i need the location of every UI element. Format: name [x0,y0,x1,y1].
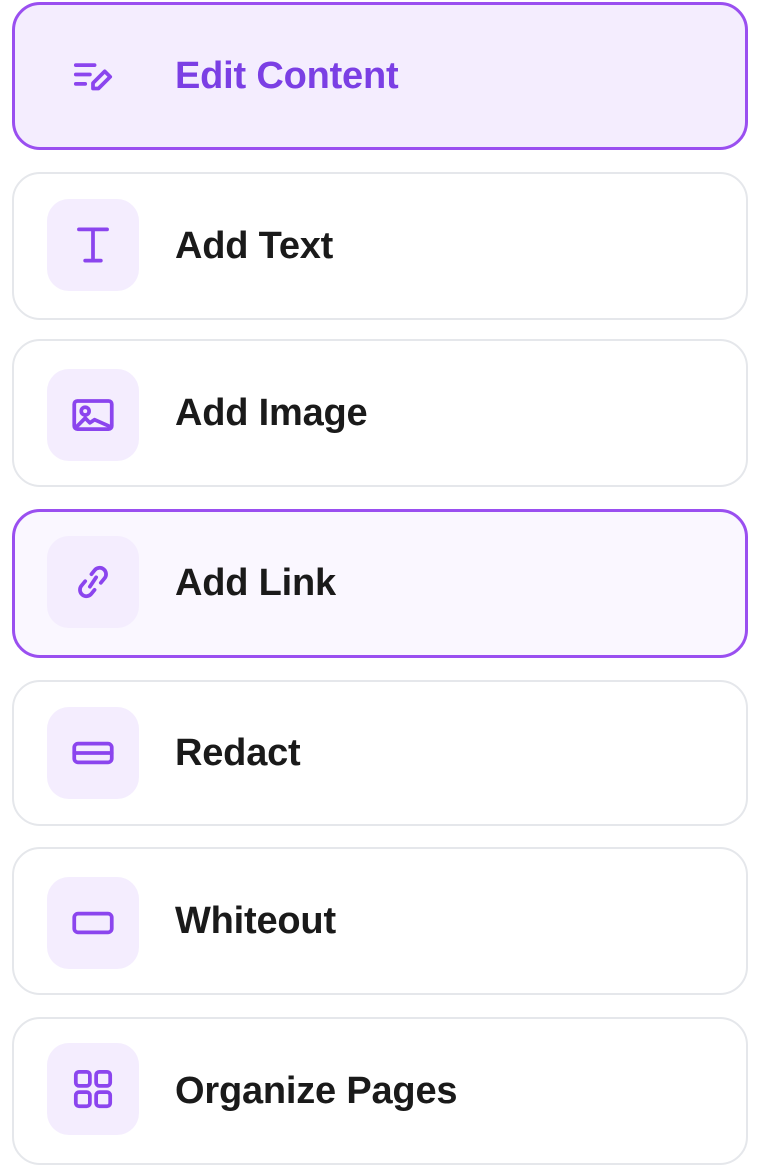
tool-label: Whiteout [175,899,336,942]
tool-organize-pages[interactable]: Organize Pages [12,1017,748,1165]
tool-add-link[interactable]: Add Link [12,509,748,658]
image-icon [47,369,139,461]
redact-icon [47,707,139,799]
grid-icon [47,1043,139,1135]
tool-label: Add Text [175,224,334,267]
link-icon [47,536,139,628]
tool-label: Edit Content [175,54,399,97]
tool-whiteout[interactable]: Whiteout [12,847,748,995]
edit-content-icon [47,30,139,122]
tool-redact[interactable]: Redact [12,680,748,826]
tool-label: Add Link [175,562,336,604]
tool-label: Add Image [175,391,368,434]
tool-edit-content[interactable]: Edit Content [12,2,748,150]
tool-add-text[interactable]: Add Text [12,172,748,320]
tool-list: Edit Content Add Text Add Image Add Link… [0,0,760,1171]
whiteout-icon [47,877,139,969]
tool-label: Organize Pages [175,1069,458,1112]
tool-add-image[interactable]: Add Image [12,339,748,487]
tool-label: Redact [175,731,301,774]
text-icon [47,199,139,291]
